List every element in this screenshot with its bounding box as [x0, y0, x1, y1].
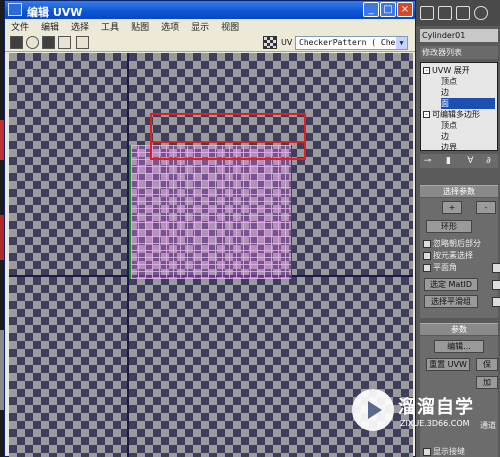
- texture-dropdown-value: CheckerPattern ( Checker: [299, 38, 408, 47]
- menu-tools[interactable]: 工具: [95, 19, 125, 33]
- ring-button[interactable]: 环形: [426, 220, 472, 233]
- freeform-tool-icon[interactable]: [58, 36, 71, 49]
- close-button[interactable]: ×: [397, 2, 413, 17]
- reset-uvw-button[interactable]: 重置 UVW: [426, 358, 470, 371]
- modifier-stack: - UVW 展开 顶点 边 面 - 可编辑多边形 顶点 边 边界: [420, 62, 498, 153]
- play-logo-icon: [352, 389, 394, 431]
- command-panel-tabs: [416, 0, 500, 26]
- app-icon: [8, 3, 22, 16]
- expand-icon[interactable]: -: [423, 67, 430, 74]
- selection-params-rollout: + - 环形 忽略朝后部分 按元素选择 平面角 选定 MatID 选择平滑组: [420, 198, 500, 318]
- uv-toolbar: UV CheckerPattern ( Checker ▼: [5, 34, 415, 52]
- stack-item-poly-border[interactable]: 边界: [441, 142, 457, 153]
- select-by-element-checkbox[interactable]: [423, 251, 431, 260]
- expand-icon[interactable]: -: [423, 111, 430, 118]
- object-name-field[interactable]: Cylinder01: [420, 29, 498, 42]
- modifier-list-dropdown[interactable]: 修改器列表: [420, 46, 498, 59]
- planar-angle-row[interactable]: 平面角: [423, 262, 457, 273]
- matid-spinner[interactable]: [492, 280, 500, 290]
- motion-tab-icon[interactable]: [474, 6, 488, 20]
- parameters-header[interactable]: 参数: [420, 323, 498, 335]
- menu-select[interactable]: 选择: [65, 19, 95, 33]
- move-tool-icon[interactable]: [10, 36, 23, 49]
- stack-item-edge[interactable]: 边: [441, 87, 449, 98]
- save-button[interactable]: 保: [476, 358, 498, 371]
- window-title: 编辑 UVW: [27, 6, 83, 19]
- create-tab-icon[interactable]: [420, 6, 434, 20]
- menu-file[interactable]: 文件: [5, 19, 35, 33]
- selected-faces[interactable]: [150, 113, 306, 160]
- watermark-url: ZIXUE.3D66.COM: [400, 419, 470, 428]
- stack-item-editable-poly[interactable]: - 可编辑多边形: [423, 109, 480, 120]
- stack-item-poly-vertex[interactable]: 顶点: [441, 120, 457, 131]
- texture-dropdown[interactable]: CheckerPattern ( Checker ▼: [295, 36, 408, 50]
- smoothing-group-spinner[interactable]: [492, 297, 500, 307]
- select-smoothing-group-button[interactable]: 选择平滑组: [424, 295, 478, 308]
- menu-bar: 文件 编辑 选择 工具 贴图 选项 显示 视图: [5, 19, 415, 34]
- stack-item-face[interactable]: 面: [441, 98, 495, 109]
- title-bar[interactable]: 编辑 UVW _ □ ×: [5, 1, 415, 19]
- select-by-element-row[interactable]: 按元素选择: [423, 250, 473, 261]
- stack-toolbar: ⊸ ▮ ∀ ∂: [420, 154, 498, 168]
- maximize-button[interactable]: □: [380, 2, 396, 17]
- modify-tab-icon[interactable]: [438, 6, 452, 20]
- watermark-name: 溜溜自学: [398, 397, 474, 418]
- rotate-tool-icon[interactable]: [26, 36, 39, 49]
- show-seam-row[interactable]: 显示接缝: [423, 446, 465, 457]
- grow-selection-button[interactable]: +: [442, 201, 462, 214]
- mirror-tool-icon[interactable]: [76, 36, 89, 49]
- selected-edge: [152, 141, 304, 143]
- selection-params-header[interactable]: 选择参数: [420, 185, 498, 197]
- menu-display[interactable]: 显示: [185, 19, 215, 33]
- hierarchy-tab-icon[interactable]: [456, 6, 470, 20]
- uv-mesh[interactable]: [129, 145, 292, 279]
- make-unique-icon[interactable]: ∀: [466, 156, 475, 166]
- chevron-down-icon[interactable]: ▼: [396, 37, 407, 49]
- planar-angle-checkbox[interactable]: [423, 263, 431, 272]
- menu-edit[interactable]: 编辑: [35, 19, 65, 33]
- show-seam-checkbox[interactable]: [423, 447, 431, 456]
- menu-mapping[interactable]: 贴图: [125, 19, 155, 33]
- edit-uvw-button[interactable]: 编辑...: [434, 340, 484, 353]
- stack-item-uvw-unwrap[interactable]: - UVW 展开: [423, 65, 470, 76]
- shrink-selection-button[interactable]: -: [476, 201, 496, 214]
- checker-texture-icon[interactable]: [263, 36, 277, 49]
- screen: 编辑 UVW _ □ × 文件 编辑 选择 工具 贴图 选项 显示 视图 UV …: [0, 0, 500, 457]
- menu-view[interactable]: 视图: [215, 19, 245, 33]
- stack-item-vertex[interactable]: 顶点: [441, 76, 457, 87]
- pin-stack-icon[interactable]: ⊸: [423, 156, 432, 166]
- remove-modifier-icon[interactable]: ∂: [484, 156, 493, 166]
- planar-angle-spinner[interactable]: [492, 263, 500, 273]
- scale-tool-icon[interactable]: [42, 36, 55, 49]
- watermark: 溜溜自学 ZIXUE.3D66.COM: [352, 385, 492, 437]
- ignore-backfaces-checkbox[interactable]: [423, 239, 431, 248]
- menu-options[interactable]: 选项: [155, 19, 185, 33]
- show-end-result-icon[interactable]: ▮: [444, 156, 453, 166]
- ignore-backfaces-row[interactable]: 忽略朝后部分: [423, 238, 481, 249]
- minimize-button[interactable]: _: [363, 2, 379, 17]
- uv-label: UV: [281, 38, 293, 47]
- stack-item-poly-edge[interactable]: 边: [441, 131, 449, 142]
- select-matid-button[interactable]: 选定 MatID: [424, 278, 478, 291]
